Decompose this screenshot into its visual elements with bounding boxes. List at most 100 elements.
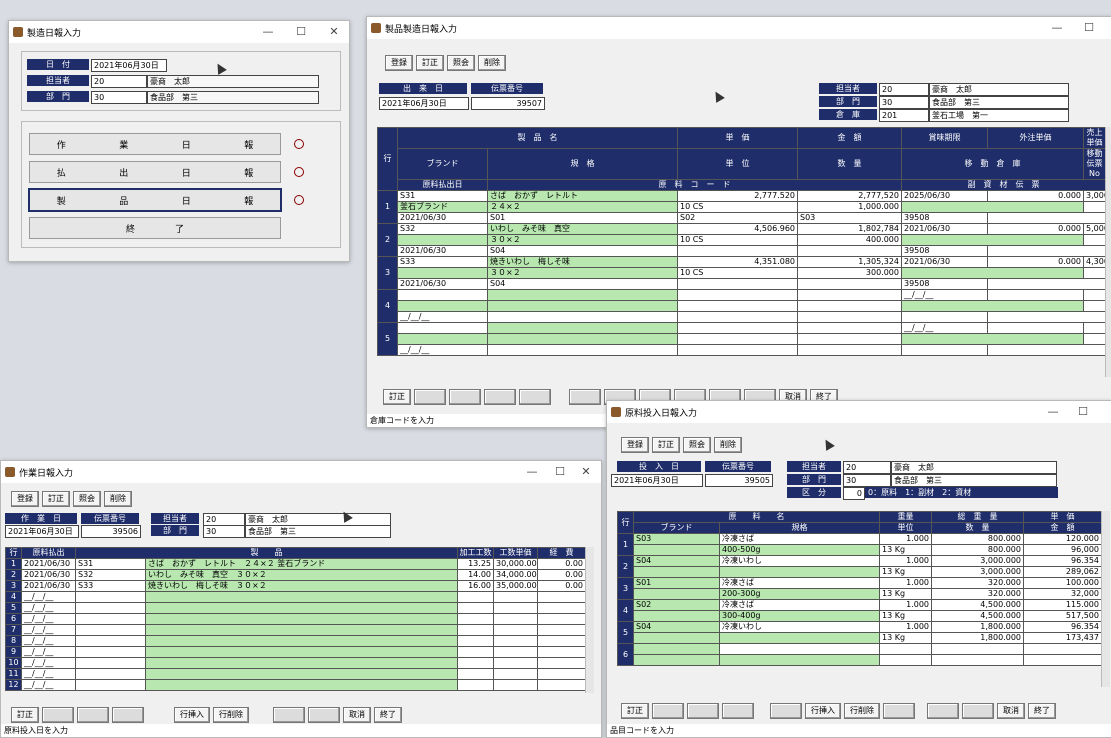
move-slip-cell[interactable] [1083, 234, 1106, 246]
rate-cell[interactable] [493, 635, 538, 647]
product-code-cell[interactable] [75, 657, 146, 669]
function-key-button[interactable] [308, 707, 340, 723]
cost-cell[interactable] [537, 646, 586, 658]
end-button[interactable]: 終了 [1028, 703, 1056, 719]
brand-cell[interactable] [397, 333, 488, 345]
delete-button[interactable]: 削除 [478, 55, 506, 71]
cost-cell[interactable] [537, 591, 586, 603]
material-code-cell[interactable] [677, 278, 798, 290]
brand-cell[interactable] [397, 300, 488, 312]
issue-report-button[interactable]: 払出日報 [29, 161, 281, 183]
submaterial-slip-cell[interactable] [901, 311, 988, 323]
product-name-cell[interactable] [487, 322, 678, 334]
amount-cell[interactable] [1023, 654, 1102, 666]
vertical-scrollbar[interactable] [585, 547, 594, 693]
product-name-cell[interactable]: さば おかず レトルト [487, 190, 678, 202]
product-name-cell[interactable] [145, 613, 458, 625]
hours-cell[interactable] [457, 591, 494, 603]
material-code-cell[interactable] [677, 311, 798, 323]
expiry-cell[interactable]: 2025/06/30 [901, 190, 988, 202]
product-code-cell[interactable]: S31 [397, 190, 488, 202]
product-code-cell[interactable]: S31 [75, 558, 146, 570]
material-code-cell[interactable]: S04 [487, 278, 678, 290]
qty-cell[interactable]: 1,000.000 [797, 201, 902, 213]
submaterial-slip-cell[interactable]: 39508 [901, 212, 988, 224]
issue-date-cell[interactable]: 2021/06/30 [397, 212, 488, 224]
brand-cell[interactable] [633, 654, 720, 666]
brand-cell[interactable] [633, 566, 720, 578]
spec-cell[interactable] [719, 566, 880, 578]
submaterial-slip-cell[interactable] [987, 212, 1106, 224]
spec-cell[interactable]: 200-300g [719, 588, 880, 600]
issue-date-cell[interactable]: __/__/__ [21, 624, 76, 636]
slip-field[interactable]: 39505 [705, 474, 773, 487]
dept-code-field[interactable]: 30 [91, 91, 147, 104]
edit-button[interactable]: 訂正 [416, 55, 444, 71]
qty-cell[interactable]: 800.000 [931, 544, 1024, 556]
cancel-button[interactable]: 取消 [997, 703, 1025, 719]
rate-cell[interactable] [493, 591, 538, 603]
submaterial-slip-cell[interactable]: 39508 [901, 278, 988, 290]
rate-cell[interactable] [493, 657, 538, 669]
hours-cell[interactable] [457, 602, 494, 614]
price-cell[interactable]: 4,506.960 [677, 223, 798, 235]
qty-cell[interactable] [797, 300, 902, 312]
expiry-cell[interactable]: __/__/__ [901, 322, 988, 334]
unit-cell[interactable]: 10 CS [677, 267, 798, 279]
function-key-button[interactable] [273, 707, 305, 723]
rate-cell[interactable]: 34,000.00 [493, 569, 538, 581]
function-key-button[interactable] [414, 389, 446, 405]
price-cell[interactable]: 2,777.520 [677, 190, 798, 202]
minimize-button[interactable]: — [253, 21, 283, 43]
spec-cell[interactable]: 400-500g [719, 544, 880, 556]
cancel-button[interactable]: 取消 [343, 707, 371, 723]
qty-cell[interactable]: 3,000.000 [931, 566, 1024, 578]
person-code-field[interactable]: 20 [91, 75, 147, 88]
issue-date-cell[interactable]: __/__/__ [21, 602, 76, 614]
product-name-cell[interactable] [487, 289, 678, 301]
product-code-cell[interactable] [75, 591, 146, 603]
qty-cell[interactable] [931, 654, 1024, 666]
outsource-price-cell[interactable] [987, 289, 1084, 301]
brand-cell[interactable] [397, 267, 488, 279]
product-name-cell[interactable]: さば おかず レトルト ２４×２ 釜石ブランド [145, 558, 458, 570]
unit-cell[interactable]: 13 Kg [879, 610, 932, 622]
price-cell[interactable]: 4,351.080 [677, 256, 798, 268]
cost-cell[interactable]: 0.00 [537, 569, 586, 581]
function-key-button[interactable] [484, 389, 516, 405]
vertical-scrollbar[interactable] [1105, 127, 1111, 377]
date-field[interactable]: 2021年06月30日 [5, 525, 79, 538]
sale-price-cell[interactable]: 5,000.000 [1083, 223, 1106, 235]
inquiry-button[interactable]: 照会 [447, 55, 475, 71]
expiry-cell[interactable]: 2021/06/30 [901, 256, 988, 268]
price-cell[interactable]: 115.000 [1023, 599, 1102, 611]
maximize-button[interactable]: ☐ [1068, 401, 1098, 423]
unit-cell[interactable] [677, 333, 798, 345]
product-name-cell[interactable]: いわし みそ味 真空 [487, 223, 678, 235]
rate-cell[interactable]: 35,000.00 [493, 580, 538, 592]
brand-cell[interactable] [633, 544, 720, 556]
expiry-cell[interactable]: 2021/06/30 [901, 223, 988, 235]
move-slip-cell[interactable] [1083, 201, 1106, 213]
minimize-button[interactable]: — [1038, 401, 1068, 423]
outsource-price-cell[interactable] [987, 322, 1084, 334]
cost-cell[interactable] [537, 657, 586, 669]
amount-cell[interactable]: 517,500 [1023, 610, 1102, 622]
move-warehouse-cell[interactable] [901, 300, 1084, 312]
product-code-cell[interactable] [75, 679, 146, 691]
submaterial-slip-cell[interactable] [901, 344, 988, 356]
issue-date-cell[interactable]: __/__/__ [21, 646, 76, 658]
total-weight-cell[interactable] [931, 643, 1024, 655]
submaterial-slip-cell[interactable] [987, 311, 1106, 323]
price-cell[interactable]: 96.354 [1023, 555, 1102, 567]
register-button[interactable]: 登録 [385, 55, 413, 71]
material-code-cell[interactable] [797, 245, 902, 257]
date-field[interactable]: 2021年06月30日 [91, 59, 167, 72]
slip-field[interactable]: 39507 [471, 97, 545, 110]
material-name-cell[interactable]: 冷凍さば [719, 577, 880, 589]
qty-cell[interactable]: 320.000 [931, 588, 1024, 600]
hours-cell[interactable] [457, 646, 494, 658]
move-warehouse-cell[interactable] [901, 333, 1084, 345]
material-code-cell[interactable] [677, 245, 798, 257]
material-code-cell[interactable] [797, 311, 902, 323]
